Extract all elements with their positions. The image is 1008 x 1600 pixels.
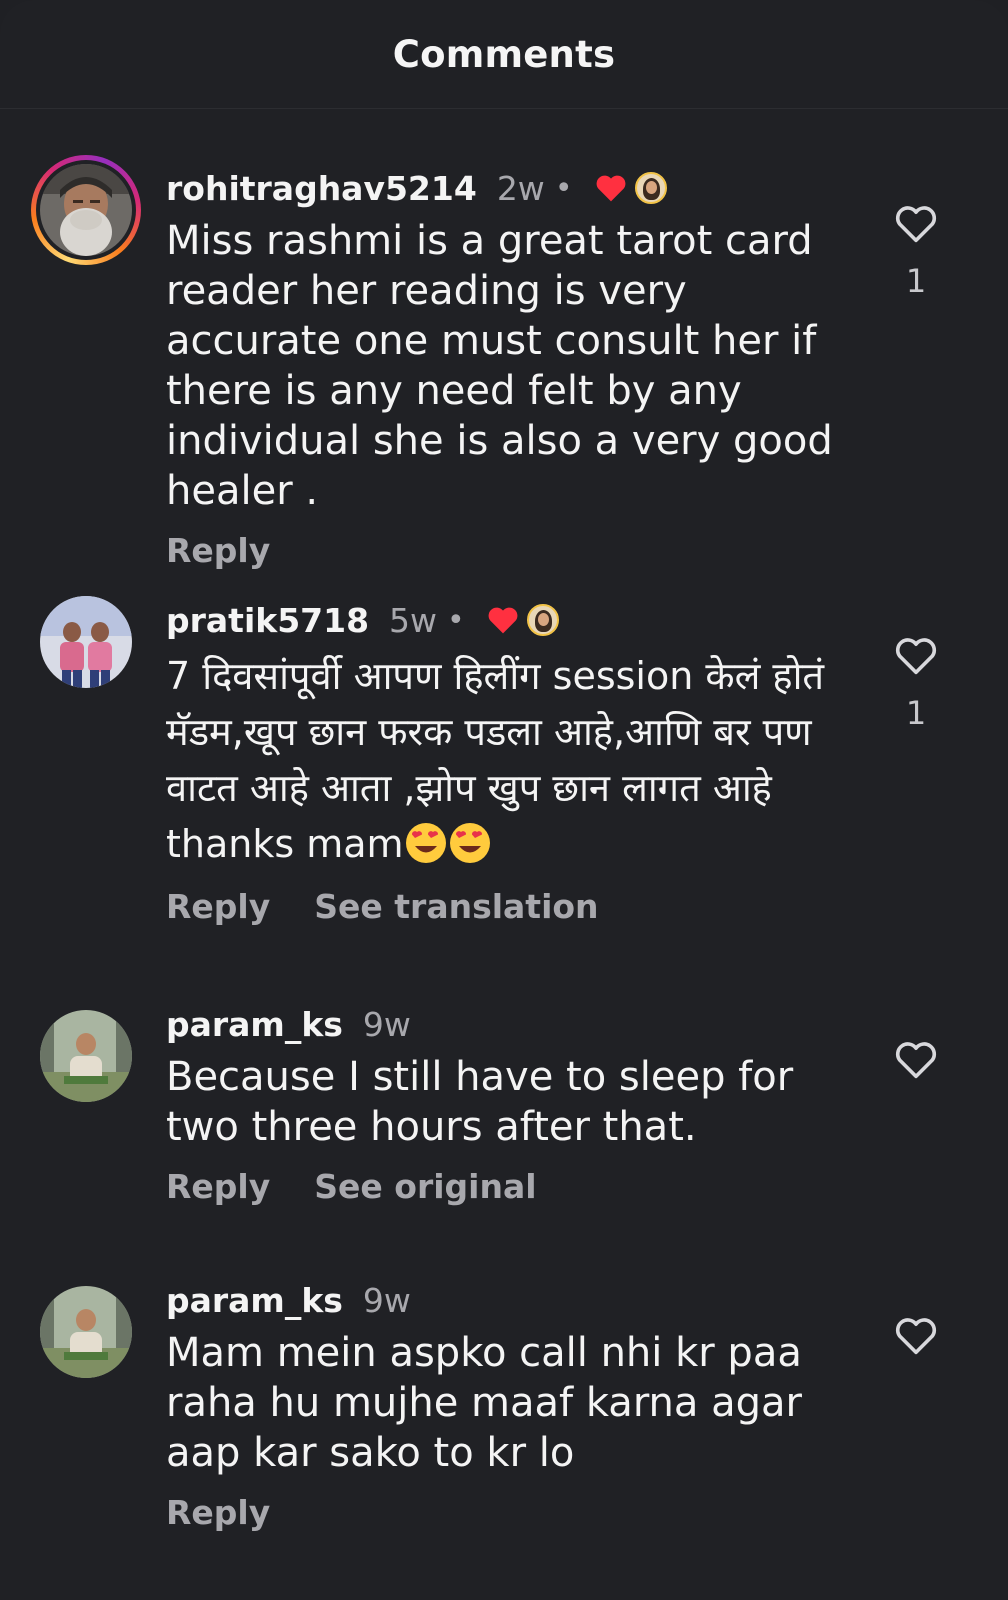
like-heart-icon[interactable] [894, 636, 938, 676]
comment-text: Because I still have to sleep for two th… [166, 1054, 794, 1150]
comment-meta: rohitraghav5214 2w • [166, 164, 856, 212]
like-heart-icon[interactable] [894, 1316, 938, 1356]
avatar [40, 1010, 132, 1102]
separator-dot: • [554, 170, 573, 206]
page-title: Comments [392, 32, 616, 76]
comment-content: rohitraghav5214 2w • Miss rashmi is a gr… [166, 164, 856, 572]
comment-content: param_ks 9w Because I still have to slee… [166, 1000, 856, 1208]
avatar-wrapper[interactable] [40, 1286, 132, 1378]
like-count: 1 [905, 694, 927, 732]
comment-meta: pratik5718 5w • [166, 596, 856, 644]
comment-text: 7 दिवसांपूर्वी आपण हिलींग session केलं ह… [166, 648, 856, 872]
comment-text: Miss rashmi is a great tarot card reader… [166, 218, 833, 514]
comment-actions: Reply See original [166, 1164, 856, 1208]
avatar [40, 164, 132, 256]
separator-dot: • [447, 602, 465, 638]
comments-header: Comments [0, 0, 1008, 109]
comment-actions: Reply See translation [166, 884, 856, 928]
like-control [892, 1316, 940, 1356]
username[interactable]: param_ks [166, 1281, 343, 1320]
avatar-image [40, 596, 132, 688]
heart-eyes-emoji-icon [449, 823, 490, 863]
reply-button[interactable]: Reply [166, 887, 270, 926]
like-control: 1 [892, 636, 940, 732]
like-heart-icon[interactable] [894, 1040, 938, 1080]
timestamp: 9w [362, 1280, 411, 1320]
comment-text: Mam mein aspko call nhi kr paa raha hu m… [166, 1330, 802, 1476]
username[interactable]: param_ks [166, 1005, 343, 1044]
timestamp: 2w [496, 168, 545, 208]
reply-button[interactable]: Reply [166, 531, 270, 570]
creator-heart-icon [596, 175, 625, 202]
creator-heart-icon [488, 607, 518, 634]
comment-actions: Reply [166, 528, 856, 572]
username[interactable]: rohitraghav5214 [166, 169, 477, 208]
username[interactable]: pratik5718 [166, 601, 369, 640]
see-translation-button[interactable]: See translation [314, 887, 598, 926]
comments-sheet: Comments rohitraghav5214 2w • Miss rashm… [0, 0, 1008, 1600]
avatar [40, 596, 132, 688]
comment-text-body: 7 दिवसांपूर्वी आपण हिलींग session केलं ह… [166, 654, 825, 866]
avatar-with-story-ring[interactable] [31, 155, 141, 265]
avatar [40, 1286, 132, 1378]
like-heart-icon[interactable] [894, 204, 938, 244]
like-count: 1 [905, 262, 927, 300]
creator-avatar-icon [526, 604, 559, 636]
avatar-wrapper[interactable] [40, 596, 132, 688]
heart-eyes-emoji-icon [405, 823, 446, 863]
reply-button[interactable]: Reply [166, 1167, 270, 1206]
comment-actions: Reply [166, 1490, 856, 1534]
see-original-button[interactable]: See original [314, 1167, 536, 1206]
avatar-image [40, 1286, 132, 1378]
timestamp: 9w [362, 1004, 411, 1044]
timestamp: 5w [389, 600, 438, 640]
comment-meta: param_ks 9w [166, 1000, 856, 1048]
avatar-wrapper[interactable] [40, 1010, 132, 1102]
creator-avatar-icon [634, 172, 667, 204]
comment-meta: param_ks 9w [166, 1276, 856, 1324]
avatar-image [40, 164, 132, 256]
avatar-image [40, 1010, 132, 1102]
reply-button[interactable]: Reply [166, 1493, 270, 1532]
comment-content: param_ks 9w Mam mein aspko call nhi kr p… [166, 1276, 856, 1534]
like-control: 1 [892, 204, 940, 300]
comment-content: pratik5718 5w • 7 दिवसांपूर्वी आपण हिलीं… [166, 596, 856, 928]
like-control [892, 1040, 940, 1080]
